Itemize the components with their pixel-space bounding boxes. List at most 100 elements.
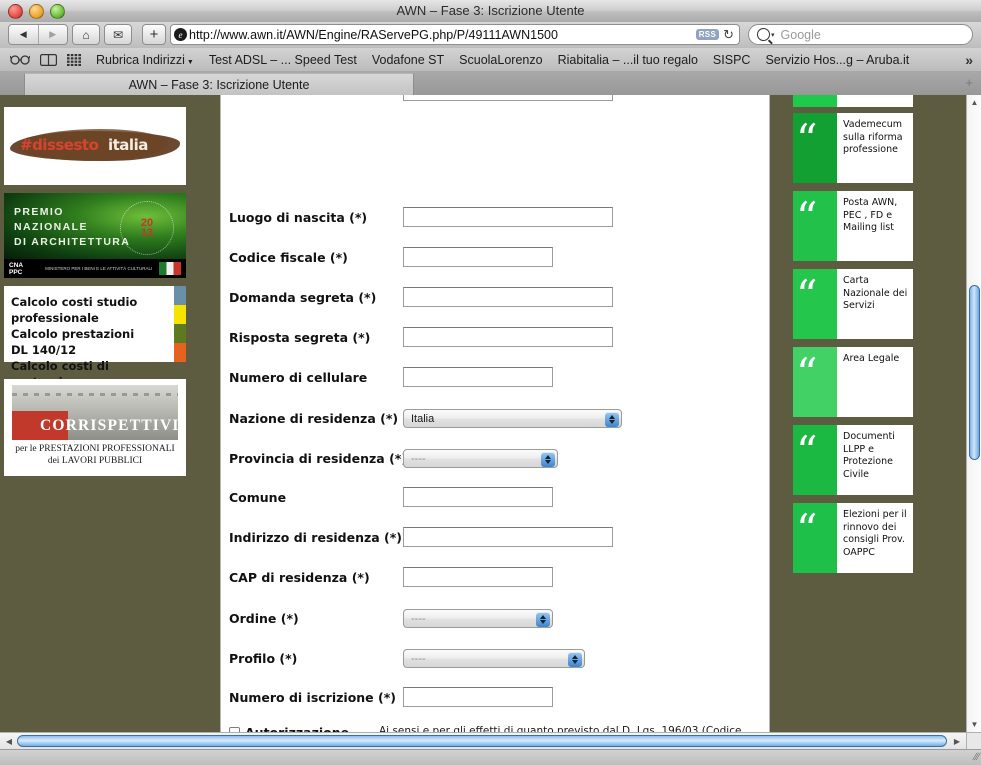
corrispettivi-sub2: dei LAVORI PUBBLICI: [47, 456, 143, 466]
premio-footer: CNA PPC MINISTERO PER I BENI E LE ATTIVIT…: [4, 259, 186, 278]
form-label: Codice fiscale (*): [229, 249, 348, 265]
scroll-down-icon[interactable]: ▼: [967, 717, 981, 732]
right-sidebar: Vademecum sulla riforma professione Posta…: [771, 95, 966, 732]
rss-badge[interactable]: RSS: [695, 29, 720, 40]
book-icon[interactable]: [40, 53, 57, 66]
form-input[interactable]: [403, 207, 613, 227]
bookmark-riabitalia[interactable]: Riabitalia – ...il tuo regalo: [558, 53, 698, 67]
search-input[interactable]: Google: [781, 28, 821, 42]
form-select[interactable]: ----: [403, 649, 585, 668]
form-input[interactable]: [403, 247, 553, 267]
form-label: Numero di iscrizione (*): [229, 689, 396, 705]
form-select[interactable]: Italia: [403, 409, 622, 428]
quote-icon: [793, 113, 837, 183]
sidebar-link-label: Posta AWN, PEC , FD e Mailing list: [843, 197, 898, 233]
select-stepper-icon[interactable]: [605, 411, 619, 427]
form-select[interactable]: ----: [403, 449, 558, 468]
bookmark-servizio-hosting-aruba[interactable]: Servizio Hos...g – Aruba.it: [765, 53, 909, 67]
vertical-scrollbar[interactable]: ▲ ▼: [966, 95, 981, 732]
chevron-down-icon[interactable]: ▾: [771, 31, 775, 39]
form-select-value: ----: [411, 452, 426, 465]
forward-button[interactable]: ▶: [39, 25, 68, 44]
status-bar: ///: [0, 749, 981, 765]
form-input[interactable]: [403, 367, 553, 387]
scroll-left-icon[interactable]: ◀: [2, 733, 16, 750]
dissesto-logo: #dissesto italia: [10, 129, 180, 163]
form-input[interactable]: [403, 567, 553, 587]
bookmarks-overflow-icon[interactable]: »: [965, 52, 973, 68]
sidebar-link-box[interactable]: Carta Nazionale dei Servizi: [793, 269, 913, 339]
search-bar[interactable]: ▾ Google: [748, 24, 973, 45]
form-row: Indirizzo di residenza (*): [221, 527, 771, 547]
bookmark-vodafone-st[interactable]: Vodafone ST: [372, 53, 444, 67]
bookmark-sispc[interactable]: SISPC: [713, 53, 751, 67]
banner-calcolo-costi[interactable]: Calcolo costi studio professionale Calco…: [4, 286, 186, 389]
calcolo-item-2[interactable]: Calcolo prestazioni: [11, 326, 186, 342]
home-button[interactable]: ⌂: [72, 24, 100, 45]
calcolo-item-0[interactable]: Calcolo costi studio: [11, 294, 186, 310]
resize-grip-icon[interactable]: ///: [971, 752, 980, 763]
form-input[interactable]: [403, 487, 553, 507]
banner-premio-nazionale[interactable]: PREMIO NAZIONALE DI ARCHITETTURA 20 13 CN…: [4, 193, 186, 278]
navigation-buttons[interactable]: ◀ ▶: [8, 24, 68, 45]
sidebar-link-label: Documenti LLPP e Protezione Civile: [843, 431, 895, 480]
registration-form: Luogo di nascita (*) Codice fiscale (*) Do…: [220, 95, 770, 732]
bookmark-rubrica-indirizzi[interactable]: Rubrica Indirizzi ▼: [96, 53, 194, 67]
address-bar[interactable]: e http://www.awn.it/AWN/Engine/RAServePG…: [170, 24, 740, 45]
ministry-logo-text: MINISTERO PER I BENI E LE ATTIVITÀ CULTU…: [45, 266, 153, 271]
sidebar-link-box[interactable]: Vademecum sulla riforma professione: [793, 113, 913, 183]
quote-icon: [793, 191, 837, 261]
calcolo-item-3[interactable]: DL 140/12: [11, 342, 186, 358]
banner-dissesto-italia[interactable]: #dissesto italia: [4, 107, 186, 185]
form-select[interactable]: ----: [403, 609, 553, 628]
quote-icon: [793, 425, 837, 495]
form-input[interactable]: [403, 527, 613, 547]
scroll-up-icon[interactable]: ▲: [967, 95, 981, 110]
form-label: Profilo (*): [229, 651, 298, 666]
tab-awn-fase-3[interactable]: AWN – Fase 3: Iscrizione Utente: [24, 73, 414, 95]
banner-corrispettivi[interactable]: CORRISPETTIVI per le PRESTAZIONI PROFESS…: [4, 379, 186, 476]
sidebar-link-box[interactable]: [793, 95, 913, 107]
grid-icon[interactable]: [67, 53, 81, 66]
premio-line1: PREMIO: [14, 206, 64, 218]
sidebar-link-box[interactable]: Elezioni per il rinnovo dei consigli Pro…: [793, 503, 913, 573]
mail-icon[interactable]: ✉: [104, 24, 132, 45]
add-bookmark-button[interactable]: +: [142, 24, 166, 45]
form-input[interactable]: [403, 287, 613, 307]
glasses-icon[interactable]: [10, 54, 30, 65]
archiprix-seal: 20 13: [120, 201, 174, 255]
clipped-input-above[interactable]: [403, 95, 613, 101]
select-stepper-icon[interactable]: [568, 651, 582, 667]
bookmark-test-adsl[interactable]: Test ADSL – ... Speed Test: [209, 53, 357, 67]
url-text[interactable]: http://www.awn.it/AWN/Engine/RAServePG.p…: [189, 28, 696, 42]
form-row: Nazione di residenza (*) Italia: [221, 409, 771, 428]
back-button[interactable]: ◀: [9, 25, 39, 44]
sidebar-link-box[interactable]: Area Legale: [793, 347, 913, 417]
horizontal-scrollbar[interactable]: ◀ ▶: [0, 732, 966, 750]
reload-icon[interactable]: ↻: [723, 27, 734, 43]
sidebar-link-box[interactable]: Documenti LLPP e Protezione Civile: [793, 425, 913, 495]
horizontal-scroll-thumb[interactable]: [17, 735, 947, 747]
form-row: Numero di cellulare: [221, 367, 771, 387]
bookmark-scuolalorenzo[interactable]: ScuolaLorenzo: [459, 53, 542, 67]
select-stepper-icon[interactable]: [536, 611, 550, 627]
select-stepper-icon[interactable]: [541, 451, 555, 467]
form-label: Nazione di residenza (*): [229, 411, 399, 426]
calcolo-item-1[interactable]: professionale: [11, 310, 186, 326]
corrispettivi-sub1: per le PRESTAZIONI PROFESSIONALI: [15, 444, 175, 454]
left-sidebar: #dissesto italia PREMIO NAZIONALE DI ARC…: [0, 95, 220, 732]
form-input[interactable]: [403, 687, 553, 707]
form-label: Luogo di nascita (*): [229, 209, 368, 225]
cna-ppc-logo: CNA PPC: [9, 261, 24, 276]
scroll-right-icon[interactable]: ▶: [950, 733, 964, 750]
form-row: CAP di residenza (*): [221, 567, 771, 587]
new-tab-button[interactable]: +: [965, 75, 973, 90]
sidebar-link-box[interactable]: Posta AWN, PEC , FD e Mailing list: [793, 191, 913, 261]
privacy-text: Ai sensi e per gli effetti di quanto pre…: [379, 725, 742, 732]
vertical-scroll-thumb[interactable]: [969, 285, 980, 460]
chevron-down-icon[interactable]: ▼: [187, 59, 194, 66]
form-label: Domanda segreta (*): [229, 289, 377, 305]
form-label: Provincia di residenza (*): [229, 451, 408, 466]
form-input[interactable]: [403, 327, 613, 347]
privacy-label-group: Autorizzazione trattamento dati (*): [221, 725, 379, 732]
